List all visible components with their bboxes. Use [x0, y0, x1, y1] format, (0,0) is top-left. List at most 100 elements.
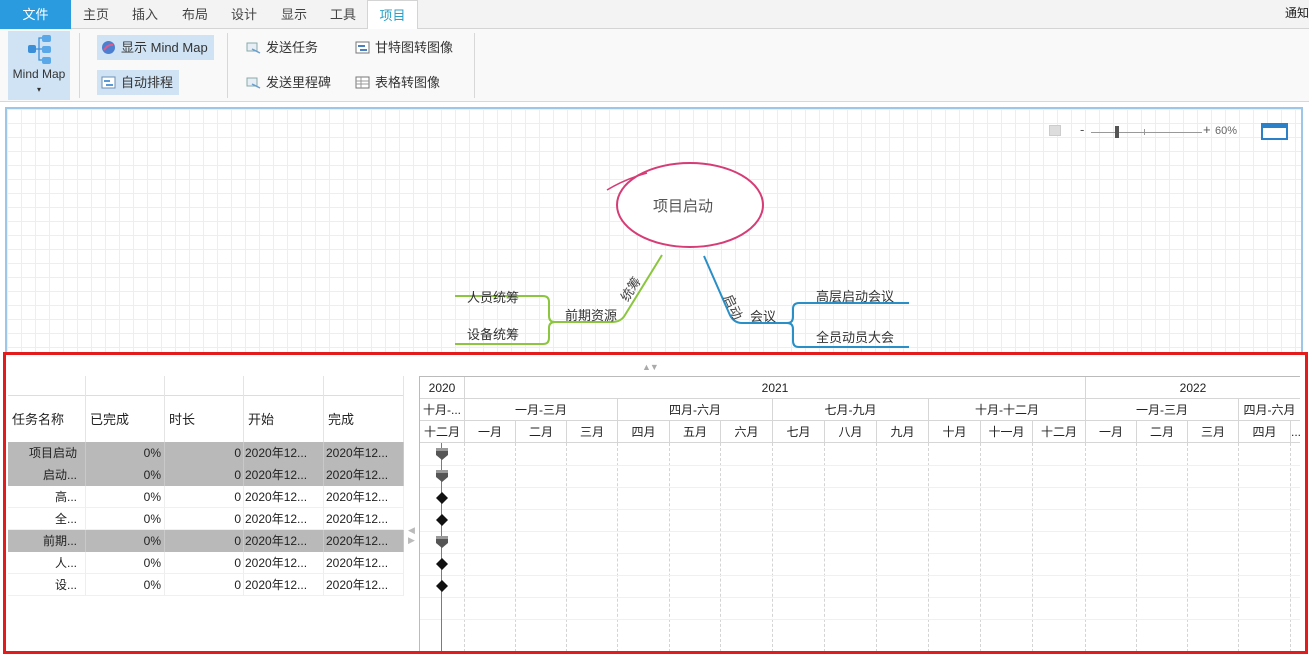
chevron-down-icon: ▾ — [36, 85, 41, 94]
finish-cell: 2020年12... — [324, 442, 404, 464]
menu-bar: 文件 主页 插入 布局 设计 显示 工具 项目 通知 — [0, 0, 1309, 30]
node-staff[interactable]: 人员统筹 — [467, 287, 519, 306]
zoom-in-button[interactable]: + — [1203, 122, 1211, 137]
zoom-level: 60% — [1215, 125, 1238, 137]
month-cell: 十二月 — [1033, 421, 1086, 443]
year-2022: 2022 — [1086, 377, 1300, 399]
table-row[interactable]: 全... 0% 0 2020年12... 2020年12... — [8, 508, 404, 530]
month-cell: 二月 — [516, 421, 567, 443]
zoom-slider-track[interactable] — [1091, 132, 1202, 133]
send-milestone-button[interactable]: 发送里程碑 — [242, 70, 337, 95]
table-row[interactable]: 前期... 0% 0 2020年12... 2020年12... — [8, 530, 404, 552]
month-cell: 一月 — [465, 421, 516, 443]
start-cell: 2020年12... — [244, 508, 324, 530]
start-cell: 2020年12... — [244, 530, 324, 552]
col-start[interactable]: 开始 — [244, 376, 324, 442]
milestone-marker[interactable] — [435, 513, 449, 527]
finish-cell: 2020年12... — [324, 508, 404, 530]
tab-home[interactable]: 主页 — [76, 0, 116, 29]
duration-cell: 0 — [165, 530, 244, 552]
notify-link[interactable]: 通知 — [1285, 0, 1309, 29]
col-complete[interactable]: 已完成 — [86, 376, 165, 442]
start-cell: 2020年12... — [244, 442, 324, 464]
node-preparation[interactable]: 前期资源 — [565, 305, 617, 324]
month-cell: 四月 — [1239, 421, 1291, 443]
finish-cell: 2020年12... — [324, 464, 404, 486]
finish-cell: 2020年12... — [324, 574, 404, 596]
mindmap-button[interactable]: Mind Map ▾ — [8, 31, 70, 100]
summary-marker[interactable] — [435, 535, 449, 549]
summary-marker[interactable] — [435, 469, 449, 483]
tab-display[interactable]: 显示 — [274, 0, 314, 29]
node-all-hands[interactable]: 全员动员大会 — [816, 327, 894, 346]
schedule-icon — [101, 76, 116, 89]
collapse-arrow-icon[interactable]: ◀ ▶ — [408, 525, 415, 545]
complete-cell: 0% — [86, 442, 165, 464]
zoom-out-button[interactable]: - — [1080, 122, 1084, 137]
table-row[interactable]: 启动... 0% 0 2020年12... 2020年12... — [8, 464, 404, 486]
duration-cell: 0 — [165, 464, 244, 486]
complete-cell: 0% — [86, 464, 165, 486]
send-task-button[interactable]: 发送任务 — [242, 35, 324, 60]
auto-schedule-button[interactable]: 自动排程 — [97, 70, 180, 95]
mindmap-canvas[interactable]: 项目启动 统筹 前期资源 人员统筹 设备统筹 启动 会议 高层启动会议 全员动员… — [5, 107, 1303, 355]
task-name-cell: 设... — [8, 574, 86, 596]
duration-cell: 0 — [165, 574, 244, 596]
task-name-cell: 前期... — [8, 530, 86, 552]
tab-tools[interactable]: 工具 — [323, 0, 363, 29]
month-cell: 十月 — [929, 421, 981, 443]
layout-toggle-icon[interactable] — [1261, 123, 1288, 140]
node-exec-meeting[interactable]: 高层启动会议 — [816, 286, 894, 305]
tab-insert[interactable]: 插入 — [125, 0, 165, 29]
complete-cell: 0% — [86, 486, 165, 508]
table-row[interactable]: 人... 0% 0 2020年12... 2020年12... — [8, 552, 404, 574]
month-cell: 一月 — [1086, 421, 1137, 443]
gantt-timeline[interactable]: 2020 2021 2022 十月-... 一月-三月 四月-六月 七月-九月 … — [419, 376, 1300, 651]
table-row[interactable]: 高... 0% 0 2020年12... 2020年12... — [8, 486, 404, 508]
tab-design[interactable]: 设计 — [224, 0, 264, 29]
node-equipment[interactable]: 设备统筹 — [467, 324, 519, 343]
complete-cell: 0% — [86, 574, 165, 596]
summary-marker[interactable] — [435, 447, 449, 461]
table-to-image-button[interactable]: 表格转图像 — [351, 70, 446, 95]
quarter-cell: 七月-九月 — [773, 399, 929, 421]
col-task-name[interactable]: 任务名称 — [8, 376, 86, 442]
root-node[interactable]: 项目启动 — [653, 195, 713, 216]
col-duration[interactable]: 时长 — [165, 376, 244, 442]
table-to-image-label: 表格转图像 — [375, 75, 441, 90]
year-2020: 2020 — [420, 377, 465, 399]
node-meeting[interactable]: 会议 — [750, 306, 776, 325]
fit-icon[interactable] — [1049, 125, 1061, 136]
zoom-slider-thumb[interactable] — [1115, 126, 1119, 138]
file-tab[interactable]: 文件 — [0, 0, 71, 29]
start-cell: 2020年12... — [244, 486, 324, 508]
auto-schedule-label: 自动排程 — [121, 75, 174, 90]
gantt-to-image-button[interactable]: 甘特图转图像 — [351, 35, 459, 60]
duration-cell: 0 — [165, 486, 244, 508]
year-2021: 2021 — [465, 377, 1086, 399]
duration-cell: 0 — [165, 508, 244, 530]
quarter-cell: 一月-三月 — [465, 399, 618, 421]
task-name-cell: 人... — [8, 552, 86, 574]
duration-cell: 0 — [165, 552, 244, 574]
col-finish[interactable]: 完成 — [324, 376, 404, 442]
quarter-cell: 十月-十二月 — [929, 399, 1086, 421]
table-row[interactable]: 设... 0% 0 2020年12... 2020年12... — [8, 574, 404, 596]
task-name-cell: 高... — [8, 486, 86, 508]
month-cell: 十一月 — [981, 421, 1033, 443]
milestone-marker[interactable] — [435, 557, 449, 571]
send-milestone-icon — [246, 77, 261, 89]
month-cell: 二月 — [1137, 421, 1188, 443]
tab-layout[interactable]: 布局 — [175, 0, 215, 29]
month-cell: ... — [1291, 421, 1300, 443]
month-cell: 三月 — [1188, 421, 1239, 443]
task-name-cell: 项目启动 — [8, 442, 86, 464]
milestone-marker[interactable] — [435, 491, 449, 505]
milestone-marker[interactable] — [435, 579, 449, 593]
tab-project[interactable]: 项目 — [367, 0, 418, 30]
show-mindmap-button[interactable]: 显示 Mind Map — [97, 35, 214, 60]
quarter-cell: 四月-六月 — [618, 399, 773, 421]
splitter-handle[interactable]: ▲▼ — [642, 362, 659, 372]
quarter-cell: 四月-六月 — [1239, 399, 1300, 421]
table-row[interactable]: 项目启动 0% 0 2020年12... 2020年12... — [8, 442, 404, 464]
